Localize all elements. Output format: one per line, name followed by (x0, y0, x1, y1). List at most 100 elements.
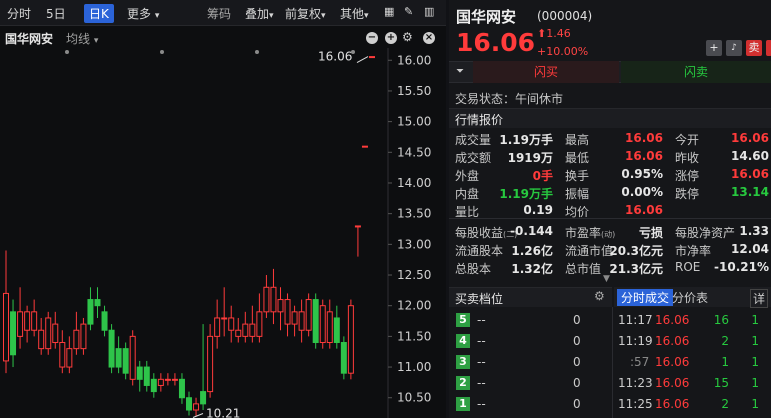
marker-dot (65, 50, 69, 54)
trade-volume: 2 (721, 397, 729, 411)
y-tick-label: 12.00 (397, 299, 431, 313)
chip-button[interactable]: 筹码 (207, 5, 231, 22)
candle-body (333, 317, 340, 344)
candle-body (24, 311, 31, 331)
y-tick-label: 15.50 (397, 84, 431, 98)
candle-body (186, 397, 192, 411)
close-icon[interactable]: × (423, 32, 435, 44)
tab-intraday[interactable]: 分时 (7, 5, 31, 22)
candle-body (136, 366, 143, 380)
candle-body (10, 311, 17, 356)
trade-time: 11:17 (618, 313, 653, 327)
candle-body (291, 311, 298, 325)
alert-bell-icon[interactable]: ♪ (726, 40, 742, 56)
candle-body (270, 286, 277, 313)
fund-label: 市盈率(动) (565, 226, 616, 240)
candle-body (38, 329, 45, 350)
sell-button[interactable]: 卖 (746, 40, 762, 56)
settings-icon[interactable]: ⚙ (594, 289, 605, 303)
pencil-icon[interactable]: ✎ (404, 5, 413, 18)
tab-price-table[interactable]: 分价表 (672, 289, 708, 306)
candle-body (242, 323, 249, 337)
low-annotation: 10.21 (206, 407, 240, 418)
fund-row: 流通股本 1.26亿 流通市值 20.3亿元 市净率 12.04 (449, 240, 771, 258)
trade-price: 16.06 (655, 334, 690, 348)
other-button[interactable]: 其他▾ (340, 5, 369, 22)
quote-label: 内盘 (455, 187, 480, 201)
zoom-out-icon[interactable]: − (366, 32, 378, 44)
fast-buy-button[interactable]: 闪买 (473, 61, 619, 83)
quote-row: 成交量 1.19万手 最高 16.06 今开 16.06 (449, 129, 771, 147)
collapse-icon[interactable]: ⏷ (449, 61, 471, 83)
y-tick-label: 13.00 (397, 237, 431, 251)
ma-selector[interactable]: 均线 ▾ (66, 30, 98, 47)
candle-body (235, 329, 242, 337)
buy-button[interactable] (766, 40, 771, 56)
chevron-down-icon: ▾ (154, 11, 160, 21)
fund-value: 1.32亿 (511, 262, 553, 276)
level-volume: 0 (573, 355, 581, 369)
quote-panel: 国华网安 (000004) 16.06 ⬆1.46 +10.00% + ♪ 卖 … (449, 0, 771, 418)
level-volume: 0 (573, 313, 581, 327)
candle-body (305, 299, 312, 331)
settings-icon[interactable]: ⚙ (402, 30, 413, 44)
tab-more[interactable]: 更多 ▾ (127, 5, 159, 22)
quote-value: 16.06 (731, 167, 769, 181)
candle-body (298, 311, 305, 331)
tab-detail[interactable]: 详 (750, 289, 769, 308)
candle-body (193, 403, 200, 411)
candle (361, 145, 368, 148)
candle-body (312, 299, 319, 344)
candle-body (108, 329, 115, 368)
stock-code: (000004) (537, 9, 593, 23)
candle-body (256, 311, 263, 337)
candle-body (178, 378, 185, 399)
up-arrow-icon: ⬆ (537, 27, 547, 40)
level-badge: 1 (456, 397, 470, 411)
quote-label: 成交量 (455, 133, 492, 147)
candlestick-chart[interactable]: 16.00 15.50 15.00 14.50 14.00 13.50 13.00 12.50… (0, 48, 446, 418)
level-volume: 0 (573, 376, 581, 390)
y-tick-label: 15.00 (397, 115, 431, 129)
grid-icon[interactable]: ▦ (384, 5, 394, 18)
tab-daily-k[interactable]: 日K (84, 4, 114, 23)
y-tick-label: 10.50 (397, 391, 431, 405)
trade-volume: 2 (721, 334, 729, 348)
fund-value: 12.04 (731, 242, 769, 256)
overlay-button[interactable]: 叠加▾ (245, 5, 274, 22)
fund-label: 流通市值 (565, 244, 614, 258)
level-badge: 4 (456, 334, 470, 348)
fund-label: 每股净资产 (675, 226, 736, 240)
fund-value: -10.21% (714, 260, 769, 274)
quote-label: 涨停 (675, 169, 700, 183)
fund-label: 流通股本 (455, 244, 504, 258)
y-tick-label: 13.50 (397, 207, 431, 221)
high-annotation: 16.06 (318, 50, 352, 64)
fund-row: 每股收益(二) -0.144 市盈率(动) 亏损 每股净资产 1.33 (449, 222, 771, 240)
collapse-arrow-icon[interactable]: ▼ (603, 274, 610, 284)
tab-5day[interactable]: 5日 (46, 5, 66, 22)
fund-label: 每股收益(二) (455, 226, 518, 240)
tab-trade-detail[interactable]: 分时成交 (617, 289, 674, 306)
level-badge: 5 (456, 313, 470, 327)
period-toolbar: 分时 5日 日K 更多 ▾ 筹码 叠加▾ 前复权▾ 其他▾ ▦ ✎ ▥ (0, 0, 446, 26)
candle-body (3, 292, 9, 362)
level-price: -- (477, 355, 486, 369)
layout-icon[interactable]: ▥ (424, 5, 434, 18)
trade-price: 16.06 (655, 397, 690, 411)
chart-stock-name: 国华网安 (5, 32, 54, 46)
adjust-button[interactable]: 前复权▾ (285, 5, 326, 22)
candle-body (101, 311, 108, 331)
zoom-in-icon[interactable]: + (385, 32, 397, 44)
fund-sub: (动) (601, 230, 616, 239)
kline-panel: 分时 5日 日K 更多 ▾ 筹码 叠加▾ 前复权▾ 其他▾ ▦ ✎ ▥ 国华网安… (0, 0, 446, 418)
candle (369, 56, 375, 59)
fast-sell-button[interactable]: 闪卖 (621, 61, 771, 83)
trade-count: 1 (751, 355, 759, 369)
add-watch-button[interactable]: + (706, 40, 722, 56)
trade-count: 1 (751, 313, 759, 327)
quote-label: 外盘 (455, 169, 480, 183)
candle (108, 324, 115, 374)
level-price: -- (477, 313, 486, 327)
trade-time: 11:19 (618, 334, 653, 348)
